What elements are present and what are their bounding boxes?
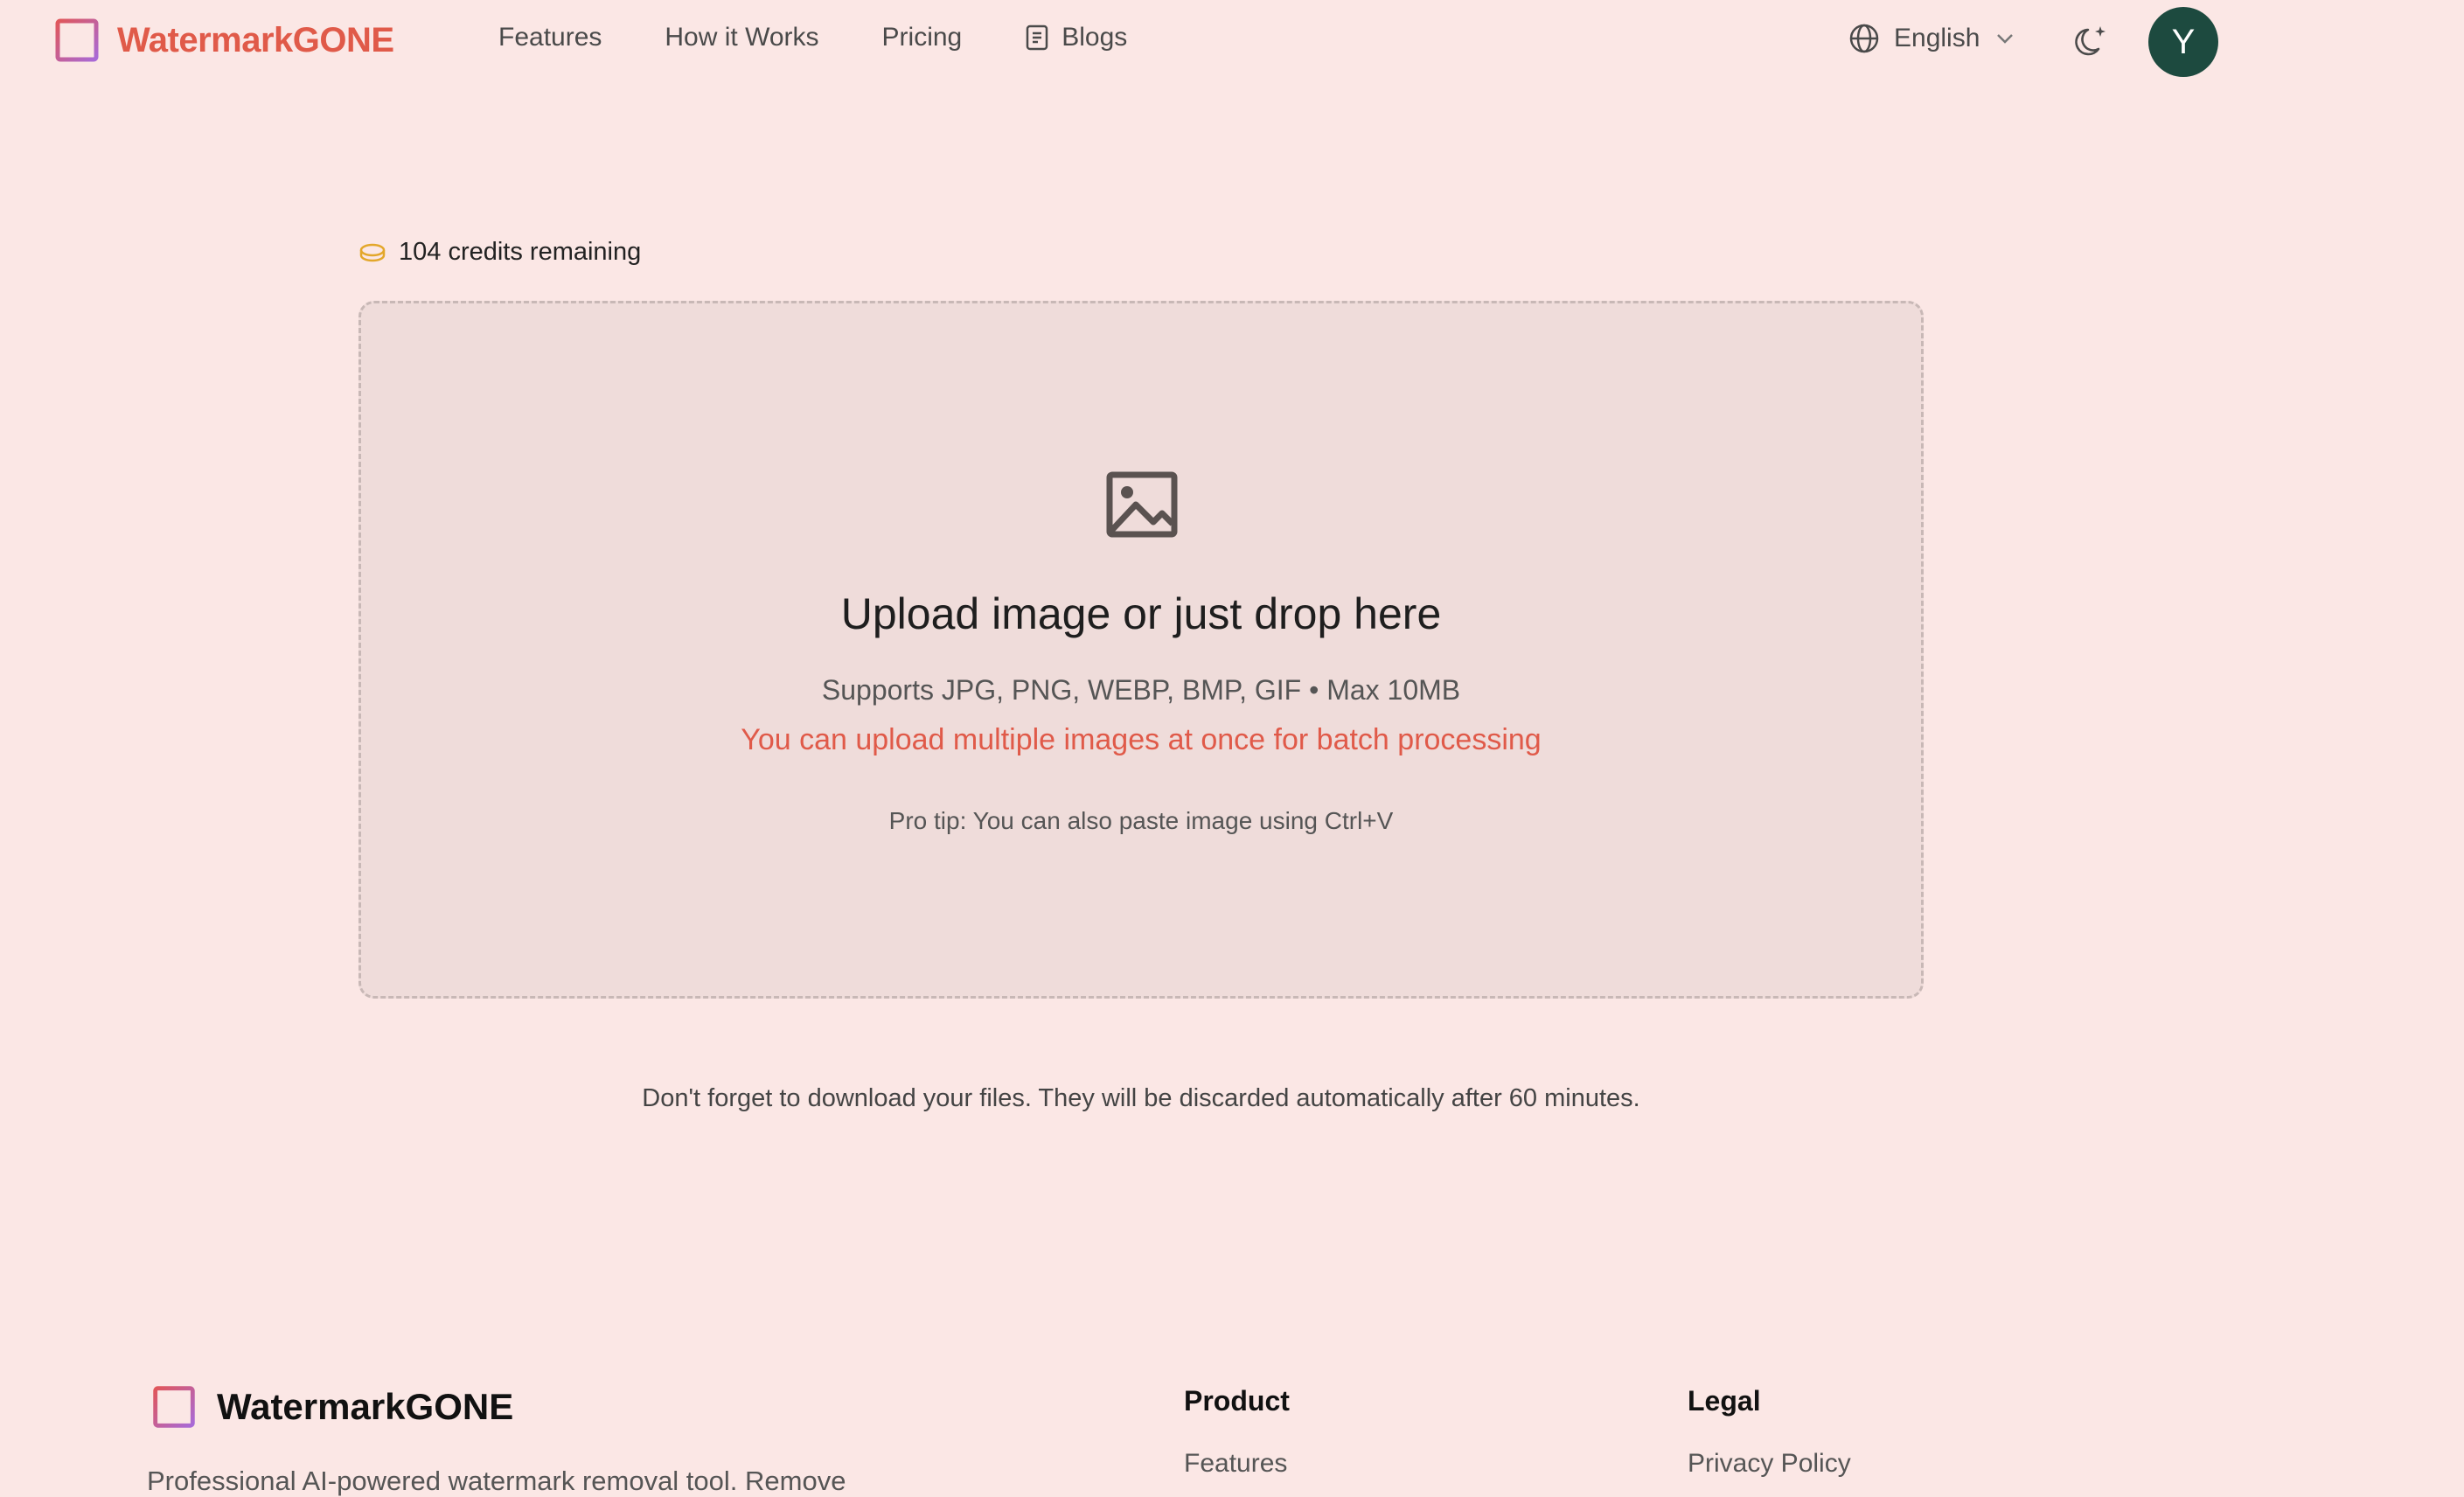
footer-heading-product: Product xyxy=(1184,1385,1290,1417)
supported-formats: Supports JPG, PNG, WEBP, BMP, GIF • Max … xyxy=(821,674,1461,706)
batch-upload-hint: You can upload multiple images at once f… xyxy=(741,723,1542,756)
document-icon xyxy=(1026,24,1048,51)
footer-column-product: Product Features xyxy=(1184,1385,1290,1479)
upload-title: Upload image or just drop here xyxy=(840,589,1442,638)
paste-tip: Pro tip: You can also paste image using … xyxy=(888,807,1394,834)
globe-icon xyxy=(1849,24,1879,53)
avatar-initial: Y xyxy=(2171,22,2196,61)
nav-blogs[interactable]: Blogs xyxy=(1025,23,1127,52)
upload-dropzone[interactable]: Upload image or just drop here Supports … xyxy=(358,301,1924,999)
nav-pricing[interactable]: Pricing xyxy=(882,23,963,52)
user-avatar[interactable]: Y xyxy=(2148,7,2218,77)
file-retention-notice: Don't forget to download your files. The… xyxy=(642,1084,1640,1112)
footer-brand-name: WatermarkGONE xyxy=(217,1386,514,1427)
top-navbar: WatermarkGONE Features How it Works Pric… xyxy=(0,0,2464,84)
image-icon xyxy=(1106,471,1178,538)
footer-link-features[interactable]: Features xyxy=(1184,1449,1290,1479)
nav-blogs-label: Blogs xyxy=(1061,23,1128,52)
brand-name: WatermarkGONE xyxy=(117,20,394,59)
nav-features[interactable]: Features xyxy=(498,23,602,52)
credits-text: 104 credits remaining xyxy=(399,238,642,266)
moon-sparkle-icon xyxy=(2075,26,2106,56)
chevron-down-icon xyxy=(1997,34,2014,44)
nav-features-label: Features xyxy=(498,23,602,52)
main-nav: Features How it Works Pricing Blogs xyxy=(498,23,1190,52)
footer-description: Professional AI-powered watermark remova… xyxy=(147,1466,846,1496)
nav-pricing-label: Pricing xyxy=(881,23,963,52)
footer-heading-legal: Legal xyxy=(1688,1385,1761,1417)
language-selector[interactable]: English xyxy=(1848,23,2015,54)
footer-column-legal: Legal Privacy Policy xyxy=(1688,1385,1851,1479)
crop-logo-icon xyxy=(147,1380,201,1434)
footer-logo[interactable]: WatermarkGONE xyxy=(147,1380,513,1434)
crop-logo-icon xyxy=(49,12,105,68)
language-label: English xyxy=(1894,24,1980,52)
nav-how-it-works[interactable]: How it Works xyxy=(665,23,818,52)
footer-link-privacy-policy[interactable]: Privacy Policy xyxy=(1688,1449,1851,1479)
nav-how-it-works-label: How it Works xyxy=(665,23,819,52)
theme-toggle-button[interactable] xyxy=(2072,23,2111,66)
header-logo[interactable]: WatermarkGONE xyxy=(49,12,394,68)
coin-icon xyxy=(359,243,386,261)
credits-indicator: 104 credits remaining xyxy=(358,238,641,267)
